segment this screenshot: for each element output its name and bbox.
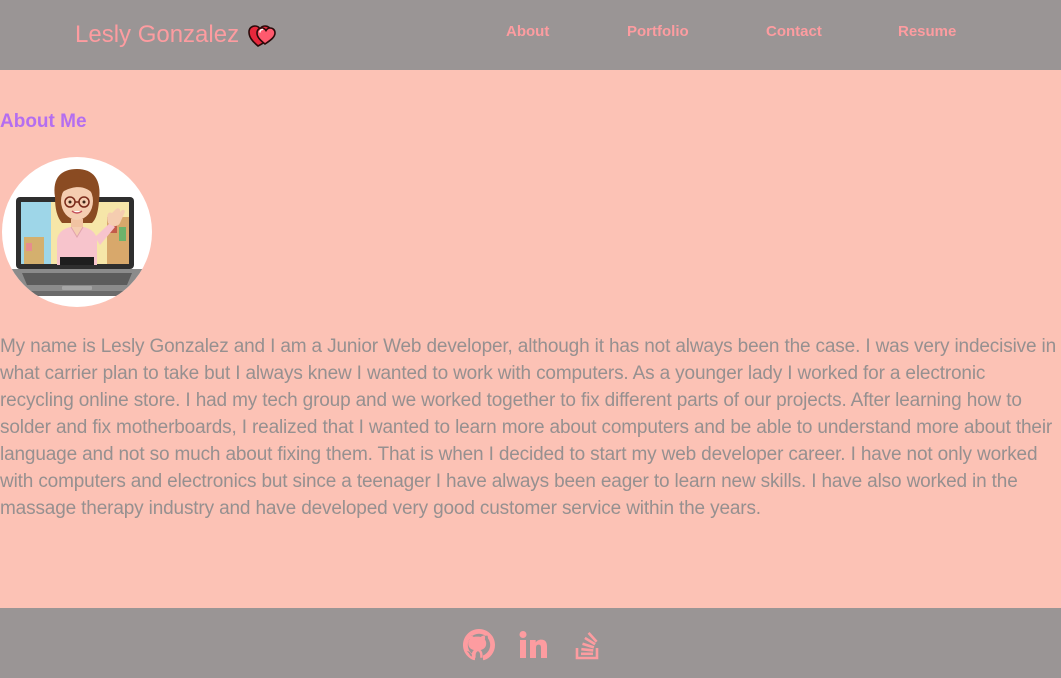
stack-overflow-icon[interactable] — [571, 629, 603, 661]
bitmoji-avatar-icon — [6, 169, 148, 296]
linkedin-icon[interactable] — [517, 629, 549, 661]
brand-link[interactable]: Lesly Gonzalez — [75, 19, 278, 51]
nav-link-resume[interactable]: Resume — [898, 22, 956, 42]
nav-link-contact[interactable]: Contact — [766, 22, 822, 42]
nav-link-portfolio[interactable]: Portfolio — [627, 22, 689, 42]
about-section: About Me My name is Lesly Gonzalez and I… — [0, 70, 1061, 608]
footer — [0, 608, 1061, 678]
navbar: Lesly Gonzalez About Portfolio Contact R… — [0, 0, 1061, 70]
github-icon[interactable] — [463, 629, 495, 661]
double-heart-icon — [248, 22, 278, 48]
brand-name: Lesly Gonzalez — [75, 21, 240, 48]
avatar — [2, 157, 152, 307]
about-bio: My name is Lesly Gonzalez and I am a Jun… — [0, 336, 1057, 519]
nav-link-about[interactable]: About — [506, 22, 549, 42]
about-heading: About Me — [0, 111, 87, 132]
